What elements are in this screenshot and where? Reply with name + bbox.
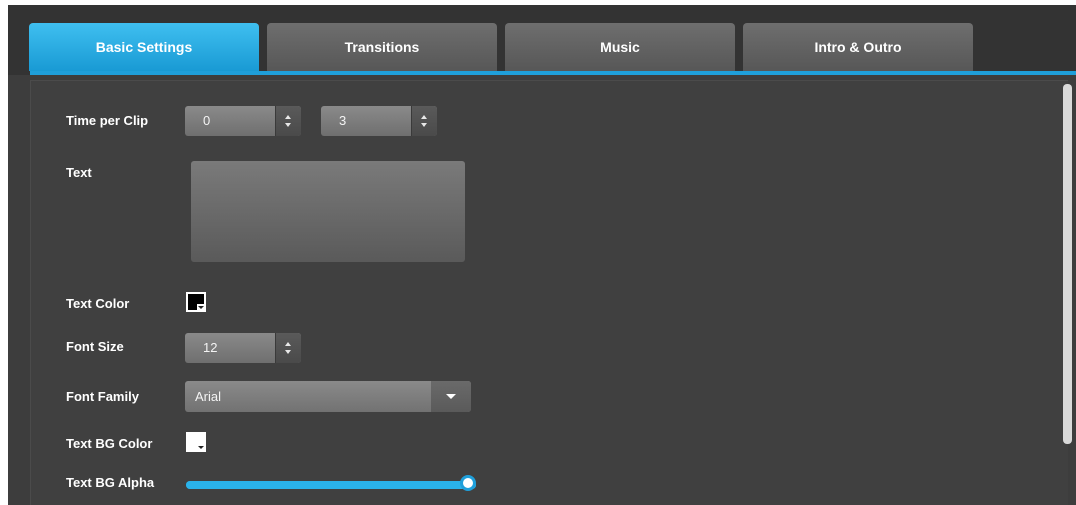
text-area[interactable] <box>191 161 465 262</box>
time-per-clip-label: Time per Clip <box>66 113 149 128</box>
scrollbar[interactable] <box>1063 84 1072 444</box>
text-label: Text <box>66 165 92 180</box>
stepper-arrows[interactable] <box>275 333 301 363</box>
chevron-down-icon[interactable] <box>285 350 291 354</box>
font-family-select[interactable]: Arial <box>185 381 471 412</box>
chevron-up-icon[interactable] <box>421 115 427 119</box>
stepper-value: 12 <box>203 340 218 355</box>
text-color-swatch[interactable] <box>186 292 206 312</box>
tab-intro-outro[interactable]: Intro & Outro <box>743 23 973 71</box>
text-bg-color-swatch[interactable] <box>186 432 206 452</box>
chevron-down-icon <box>197 444 205 451</box>
stepper-value: 3 <box>339 113 347 128</box>
slider-thumb[interactable] <box>460 475 476 491</box>
font-size-label: Font Size <box>66 339 124 354</box>
tab-underline <box>30 71 1076 75</box>
time-per-clip-stepper-1[interactable]: 0 <box>185 106 301 136</box>
chevron-down-icon[interactable] <box>421 123 427 127</box>
font-size-stepper[interactable]: 12 <box>185 333 301 363</box>
font-family-label: Font Family <box>66 389 139 404</box>
text-bg-color-label: Text BG Color <box>66 436 153 451</box>
text-bg-alpha-slider[interactable] <box>186 475 476 491</box>
chevron-down-icon <box>197 304 205 311</box>
text-color-label: Text Color <box>66 296 130 311</box>
chevron-up-icon[interactable] <box>285 342 291 346</box>
select-value: Arial <box>195 389 222 404</box>
chevron-up-icon[interactable] <box>285 115 291 119</box>
stepper-arrows[interactable] <box>275 106 301 136</box>
tab-music[interactable]: Music <box>505 23 735 71</box>
tab-label: Intro & Outro <box>814 39 902 55</box>
stepper-value: 0 <box>203 113 211 128</box>
stepper-arrows[interactable] <box>411 106 437 136</box>
chevron-down-icon[interactable] <box>285 123 291 127</box>
chevron-down-icon[interactable] <box>431 381 471 412</box>
slider-fill <box>186 481 476 489</box>
tab-bar: Basic Settings Transitions Music Intro &… <box>8 5 1076 75</box>
text-bg-alpha-label: Text BG Alpha <box>66 475 155 490</box>
time-per-clip-stepper-2[interactable]: 3 <box>321 106 437 136</box>
tab-label: Transitions <box>344 39 420 55</box>
tab-basic-settings[interactable]: Basic Settings <box>29 23 259 71</box>
tab-label: Music <box>600 39 640 55</box>
tab-transitions[interactable]: Transitions <box>267 23 497 71</box>
tab-label: Basic Settings <box>95 39 193 55</box>
